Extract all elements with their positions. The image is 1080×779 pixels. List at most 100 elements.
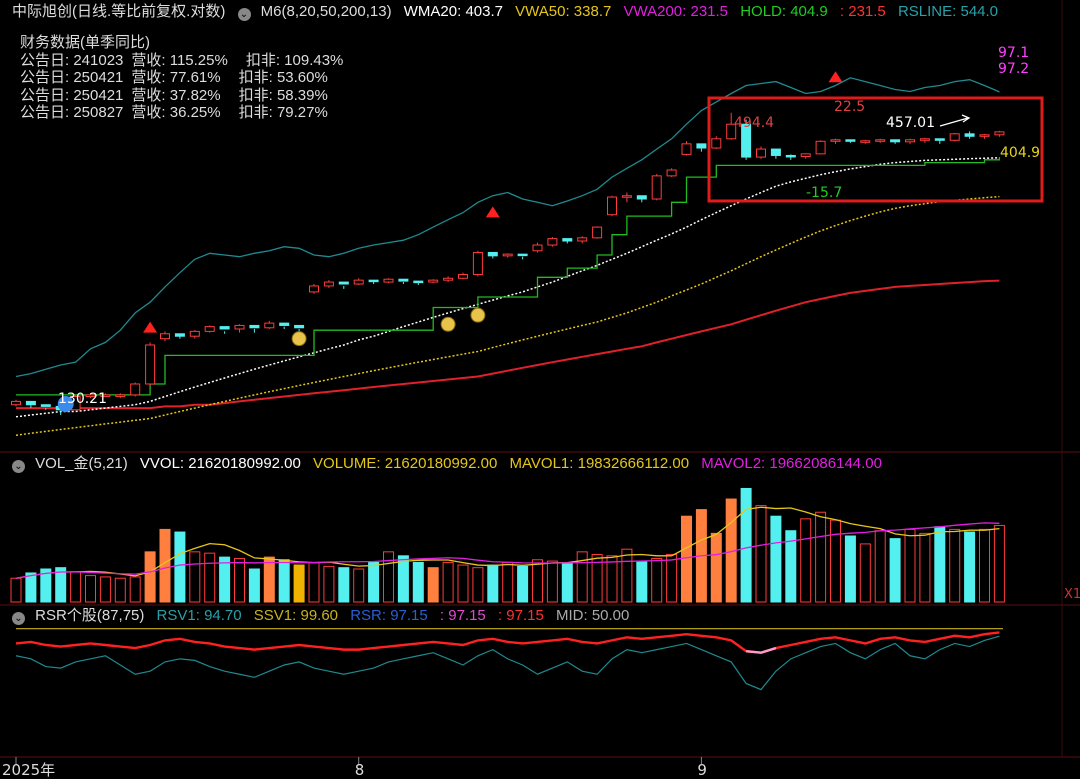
candle: [428, 279, 439, 283]
volume-bar: [308, 561, 320, 603]
top-right-value-1: 97.1: [998, 45, 1029, 61]
volume-bar: [710, 532, 722, 603]
wma20-series: [15, 157, 1000, 418]
box-low-label: -15.7: [806, 185, 842, 201]
volume-bar: [636, 560, 648, 603]
low-price-label: 130.21: [58, 391, 107, 407]
volume-bar: [964, 531, 976, 603]
x-axis-label: 8: [355, 761, 365, 779]
volume-bar: [681, 515, 692, 603]
vwa50-series: [15, 195, 1000, 436]
hold-value-label: 404.9: [1000, 145, 1040, 161]
volume-bar: [993, 524, 1005, 603]
arrow-icon: [939, 114, 971, 127]
volume-bar: [740, 487, 752, 603]
chevron-down-circle-icon[interactable]: ⌄: [12, 460, 25, 473]
volume-bar: [353, 568, 365, 603]
candle: [279, 322, 290, 326]
candle: [338, 281, 349, 285]
volume-bar: [442, 561, 454, 603]
vol-vvol: VVOL: 21620180992.00: [139, 455, 301, 472]
candle: [11, 400, 21, 406]
vol-mavol2: MAVOL2: 19662086144.00: [701, 455, 882, 472]
chevron-down-circle-icon[interactable]: ⌄: [12, 612, 25, 625]
volume-bar: [904, 528, 916, 603]
rsline-series: [15, 77, 1000, 378]
vol-volume: VOLUME: 21620180992.00: [313, 455, 498, 472]
signal-triangle-icon: [143, 321, 158, 333]
volume-bar: [70, 571, 82, 603]
rsr-rsr: RSR: 97.15: [350, 607, 428, 624]
stock-title: 中际旭创(日线.等比前复权.对数): [12, 3, 226, 20]
candle: [383, 278, 394, 283]
candle: [934, 138, 945, 141]
rsr-header: ⌄ RSR个股(87,75) RSV1: 94.70 SSV1: 99.60 R…: [12, 606, 637, 626]
volume-bar: [383, 551, 394, 603]
indicator-m6: M6(8,20,50,200,13): [260, 3, 392, 20]
volume-bar: [830, 519, 841, 603]
volume-bar: [666, 553, 678, 603]
candle: [666, 169, 677, 177]
indicator-hold-red: : 231.5: [839, 3, 886, 20]
candle: [309, 285, 319, 293]
volume-bar: [114, 577, 126, 603]
volume-bar: [755, 505, 767, 603]
box-high-label: 494.4: [734, 115, 774, 131]
volume-bar: [591, 553, 603, 603]
candle: [547, 238, 558, 246]
candle: [979, 134, 990, 137]
rsr-red: : 97.15: [497, 607, 544, 624]
candle: [115, 394, 126, 397]
candle: [353, 279, 364, 285]
rsr-magenta: : 97.15: [439, 607, 486, 624]
candle: [487, 251, 498, 257]
volume-bar: [889, 538, 901, 603]
box-mid-label: 457.01: [886, 115, 935, 131]
candle: [800, 153, 811, 158]
vol-indicator-name: VOL_金(5,21): [35, 455, 128, 472]
candle: [905, 139, 915, 143]
volume-bar: [606, 555, 618, 603]
indicator-hold: HOLD: 404.9: [740, 3, 828, 20]
candle: [562, 238, 573, 242]
money-bag-icon: [470, 307, 486, 323]
volume-bar: [323, 565, 335, 603]
financial-row: 公告日: 241023 营收: 115.25% 扣非: 109.43%: [20, 51, 344, 69]
x-axis-label: 9: [697, 761, 707, 779]
candle: [532, 244, 543, 252]
candle: [219, 326, 230, 330]
candle: [651, 175, 662, 200]
rsv1-series: [15, 635, 1000, 691]
x-axis: 2025年 8 9: [2, 757, 707, 779]
rsr-series: [15, 631, 1000, 654]
volume-bar: [25, 572, 37, 603]
candle: [130, 383, 141, 396]
financial-title: 财务数据(单季同比): [20, 34, 150, 51]
candle: [40, 404, 51, 407]
candle: [189, 330, 200, 337]
volume-bar: [517, 565, 529, 603]
volume-bar: [919, 532, 931, 603]
volume-bar: [278, 559, 290, 603]
volume-bar: [561, 563, 573, 603]
volume-bar: [934, 526, 946, 603]
candle: [785, 154, 796, 158]
candle: [711, 138, 722, 149]
volume-bar: [99, 576, 111, 603]
vol-mavol1: MAVOL1: 19832666112.00: [509, 455, 690, 472]
candle: [502, 253, 513, 257]
volume-bar: [621, 548, 633, 603]
price-panel: [11, 71, 1005, 436]
rsr-indicator-name: RSR个股(87,75): [35, 607, 145, 624]
volume-header: ⌄ VOL_金(5,21) VVOL: 21620180992.00 VOLUM…: [12, 454, 890, 474]
volume-bar: [338, 567, 350, 603]
candle: [443, 277, 454, 281]
candle: [323, 281, 334, 287]
volume-bar: [144, 551, 156, 603]
rsr-ssv1: SSV1: 99.60: [253, 607, 339, 624]
volume-bar: [532, 559, 543, 603]
candle: [860, 140, 871, 143]
chevron-down-circle-icon[interactable]: ⌄: [237, 8, 251, 21]
volume-bar: [427, 567, 439, 603]
financial-row: 公告日: 250421 营收: 77.61% 扣非: 53.60%: [20, 69, 328, 86]
